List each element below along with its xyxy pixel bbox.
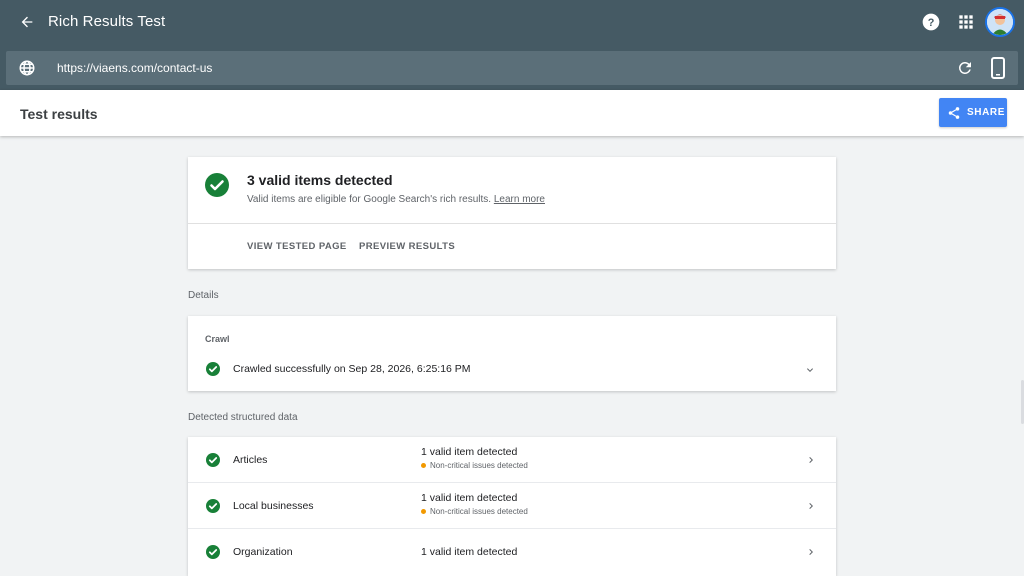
divider <box>188 223 836 224</box>
apps-grid-icon[interactable] <box>956 12 976 32</box>
list-item-local-businesses[interactable]: Local businesses 1 valid item detected N… <box>188 483 836 529</box>
item-note-text: Non-critical issues detected <box>430 461 528 470</box>
item-name: Local businesses <box>233 500 314 512</box>
item-note: Non-critical issues detected <box>421 461 528 470</box>
results-header: Test results SHARE <box>0 90 1024 136</box>
item-note: Non-critical issues detected <box>421 507 528 516</box>
arrow-back-icon <box>21 16 33 28</box>
preview-results-button[interactable]: PREVIEW RESULTS <box>359 241 455 252</box>
app-header: Rich Results Test ? https://viaens.com/c… <box>0 0 1024 90</box>
structured-data-section-label: Detected structured data <box>188 412 298 423</box>
app-title: Rich Results Test <box>48 13 166 30</box>
reload-icon[interactable] <box>956 59 974 77</box>
crawl-card: Crawl Crawled successfully on Sep 28, 20… <box>188 316 836 391</box>
crawl-status: Crawled successfully on Sep 28, 2026, 6:… <box>233 363 471 375</box>
chevron-down-icon[interactable] <box>804 364 816 376</box>
check-circle-icon <box>206 453 220 467</box>
summary-description-text: Valid items are eligible for Google Sear… <box>247 194 492 205</box>
item-status: 1 valid item detected <box>421 446 518 458</box>
chevron-right-icon <box>809 457 813 463</box>
item-status: 1 valid item detected <box>421 546 518 558</box>
share-label: SHARE <box>967 107 1006 118</box>
help-icon[interactable]: ? <box>921 12 941 32</box>
avatar-image-icon <box>987 9 1013 35</box>
warning-dot-icon <box>421 463 426 468</box>
crawl-row[interactable]: Crawled successfully on Sep 28, 2026, 6:… <box>188 356 836 384</box>
globe-icon <box>19 60 35 76</box>
chevron-right-icon <box>809 503 813 509</box>
item-note-text: Non-critical issues detected <box>430 507 528 516</box>
check-circle-icon <box>206 545 220 559</box>
tested-url[interactable]: https://viaens.com/contact-us <box>57 61 212 75</box>
share-button[interactable]: SHARE <box>939 98 1007 127</box>
warning-dot-icon <box>421 509 426 514</box>
item-status: 1 valid item detected <box>421 492 518 504</box>
item-name: Organization <box>233 546 293 558</box>
structured-data-card: Articles 1 valid item detected Non-criti… <box>188 437 836 576</box>
chevron-right-icon <box>809 549 813 555</box>
learn-more-link[interactable]: Learn more <box>494 194 545 205</box>
summary-description: Valid items are eligible for Google Sear… <box>247 194 545 205</box>
svg-text:?: ? <box>928 17 935 29</box>
details-section-label: Details <box>188 290 219 301</box>
summary-card: 3 valid items detected Valid items are e… <box>188 157 836 269</box>
crawl-label: Crawl <box>205 334 230 344</box>
page-title: Test results <box>20 106 98 122</box>
check-circle-icon <box>205 173 229 197</box>
summary-title: 3 valid items detected <box>247 172 393 188</box>
smartphone-icon[interactable] <box>990 57 1006 79</box>
avatar[interactable] <box>985 7 1015 37</box>
list-item-organization[interactable]: Organization 1 valid item detected <box>188 529 836 575</box>
check-circle-icon <box>206 362 220 376</box>
url-bar: https://viaens.com/contact-us <box>6 51 1018 85</box>
view-tested-page-button[interactable]: VIEW TESTED PAGE <box>247 241 347 252</box>
title-row: Rich Results Test ? <box>0 0 1024 45</box>
share-icon <box>948 106 960 119</box>
list-item-articles[interactable]: Articles 1 valid item detected Non-criti… <box>188 437 836 483</box>
check-circle-icon <box>206 499 220 513</box>
item-name: Articles <box>233 454 268 466</box>
back-button[interactable] <box>16 11 38 33</box>
